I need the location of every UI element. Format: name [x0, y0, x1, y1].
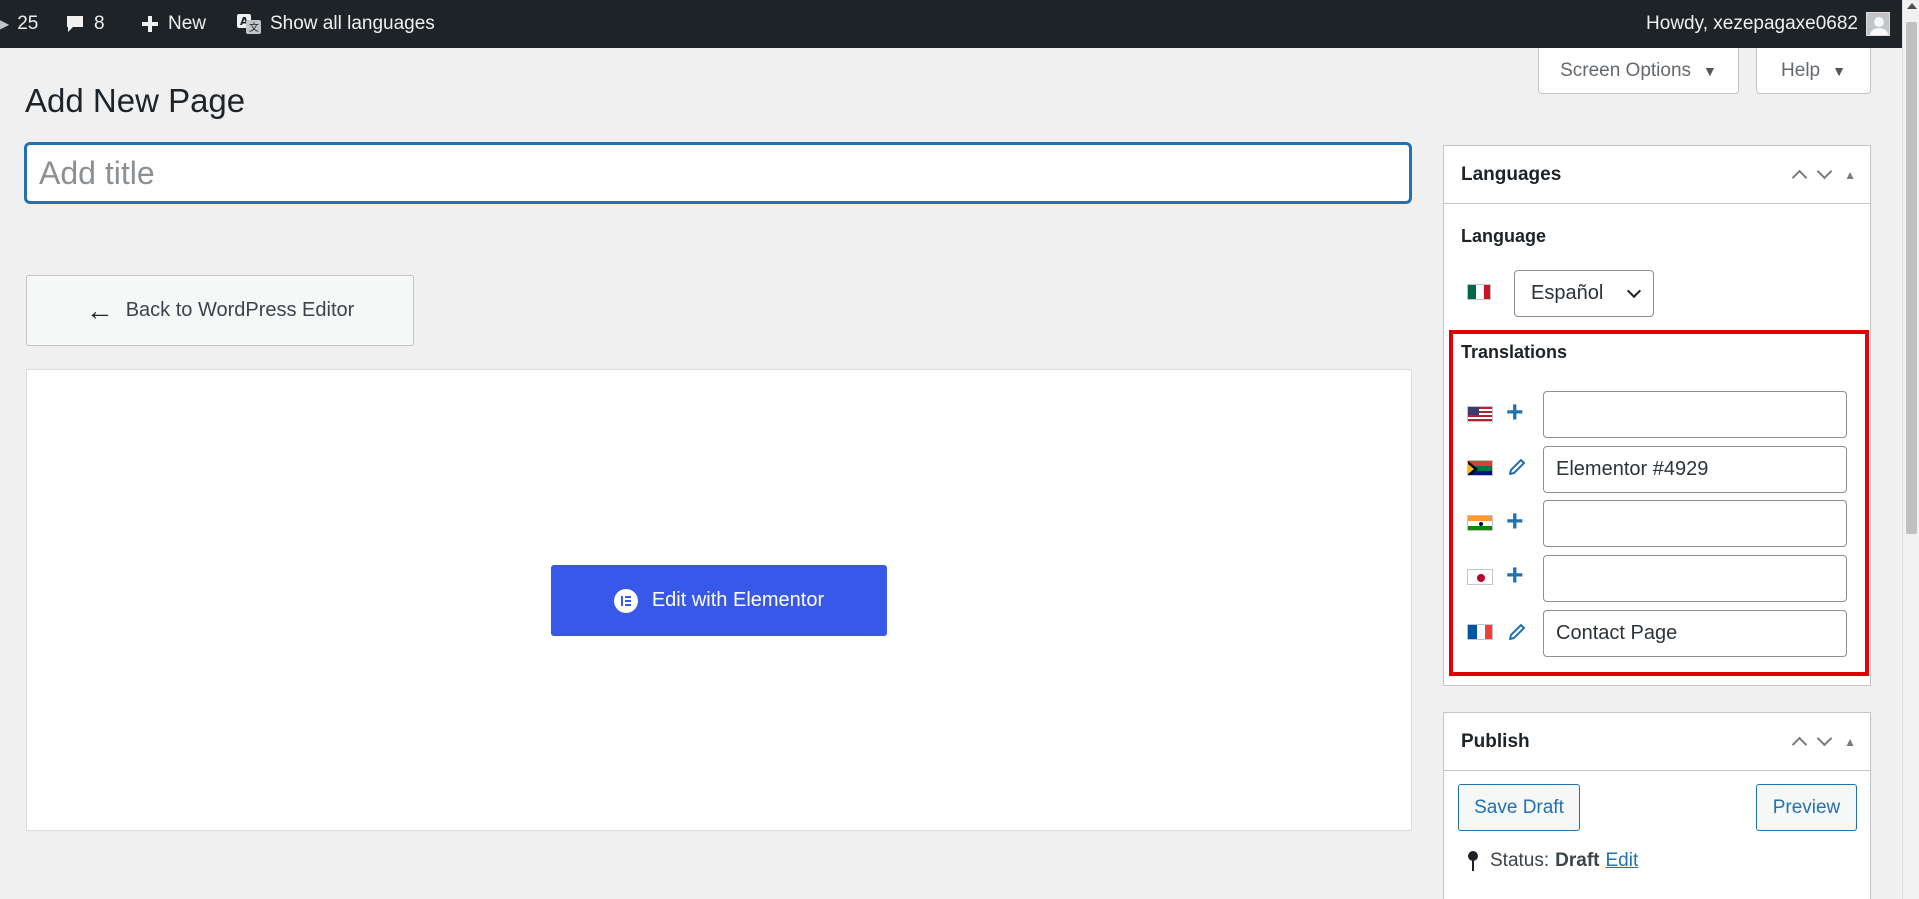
edit-with-elementor-label: Edit with Elementor [651, 589, 825, 611]
box-handles: ▲ [1791, 163, 1856, 186]
language-label: Language [1461, 226, 1547, 246]
move-up-icon[interactable] [1791, 169, 1808, 186]
admin-bar: ▶ 25 8 New A 文 Show all languages Howdy,… [0, 0, 1902, 48]
new-content-item[interactable]: New [140, 0, 206, 48]
elementor-editor-panel: Edit with Elementor [26, 369, 1412, 831]
languages-box-title: Languages [1461, 163, 1562, 185]
comment-icon [67, 16, 83, 32]
help-button[interactable]: Help ▼ [1756, 48, 1871, 94]
my-account-item[interactable]: Howdy, xezepagaxe0682 [1646, 0, 1890, 48]
move-down-icon[interactable] [1816, 163, 1833, 180]
screen-options-label: Screen Options [1560, 59, 1692, 81]
move-up-icon[interactable] [1791, 736, 1808, 753]
save-draft-button[interactable]: Save Draft [1458, 784, 1580, 831]
updates-count: 25 [17, 13, 39, 34]
edit-with-elementor-button[interactable]: Edit with Elementor [551, 565, 887, 636]
language-select-value: Español [1531, 282, 1604, 304]
back-button-label: Back to WordPress Editor [125, 299, 355, 321]
back-to-wordpress-editor-button[interactable]: ← Back to WordPress Editor [26, 275, 414, 346]
caret-down-icon: ▼ [1703, 62, 1717, 79]
publish-box-title: Publish [1461, 730, 1530, 752]
collapse-toggle-icon[interactable]: ▲ [1844, 735, 1856, 749]
updates-item[interactable]: ▶ 25 [0, 0, 38, 48]
language-select[interactable]: Español [1514, 270, 1654, 317]
status-edit-link[interactable]: Edit [1606, 850, 1639, 872]
arrow-left-icon: ← [85, 294, 114, 326]
preview-button[interactable]: Preview [1756, 784, 1857, 831]
move-down-icon[interactable] [1816, 730, 1833, 747]
comments-item[interactable]: 8 [64, 0, 105, 48]
title-input[interactable] [25, 143, 1411, 203]
help-label: Help [1781, 59, 1821, 81]
screen-options-button[interactable]: Screen Options ▼ [1538, 48, 1739, 94]
box-handles: ▲ [1791, 730, 1856, 753]
plus-icon [142, 16, 158, 32]
updates-icon: ▶ [0, 17, 10, 31]
svg-text:文: 文 [249, 21, 259, 34]
page-title: Add New Page [25, 82, 246, 119]
avatar [1866, 12, 1890, 36]
new-label: New [168, 13, 207, 34]
comments-count: 8 [94, 13, 105, 34]
translate-icon: A 文 [237, 14, 261, 34]
page-scrollbar[interactable] [1902, 0, 1919, 899]
show-all-languages-label: Show all languages [270, 13, 435, 34]
collapse-toggle-icon[interactable]: ▲ [1844, 168, 1856, 182]
scrollbar-thumb[interactable] [1906, 22, 1917, 534]
chevron-down-icon [1626, 283, 1642, 298]
scroll-up-arrow-icon[interactable] [1907, 3, 1917, 9]
post-status: Status: Draft Edit [1466, 850, 1638, 872]
howdy-label: Howdy, xezepagaxe0682 [1646, 13, 1858, 34]
translations-highlight-box [1449, 330, 1869, 676]
pin-icon [1468, 851, 1478, 871]
publish-box-header: Publish ▲ [1444, 713, 1870, 771]
caret-down-icon: ▼ [1832, 62, 1846, 79]
languages-box-header: Languages ▲ [1444, 146, 1870, 204]
status-value: Draft [1555, 850, 1600, 871]
status-prefix: Status: [1490, 850, 1550, 871]
mexico-flag-icon [1467, 284, 1491, 300]
show-all-languages-item[interactable]: A 文 Show all languages [236, 0, 435, 48]
elementor-icon [613, 588, 638, 613]
